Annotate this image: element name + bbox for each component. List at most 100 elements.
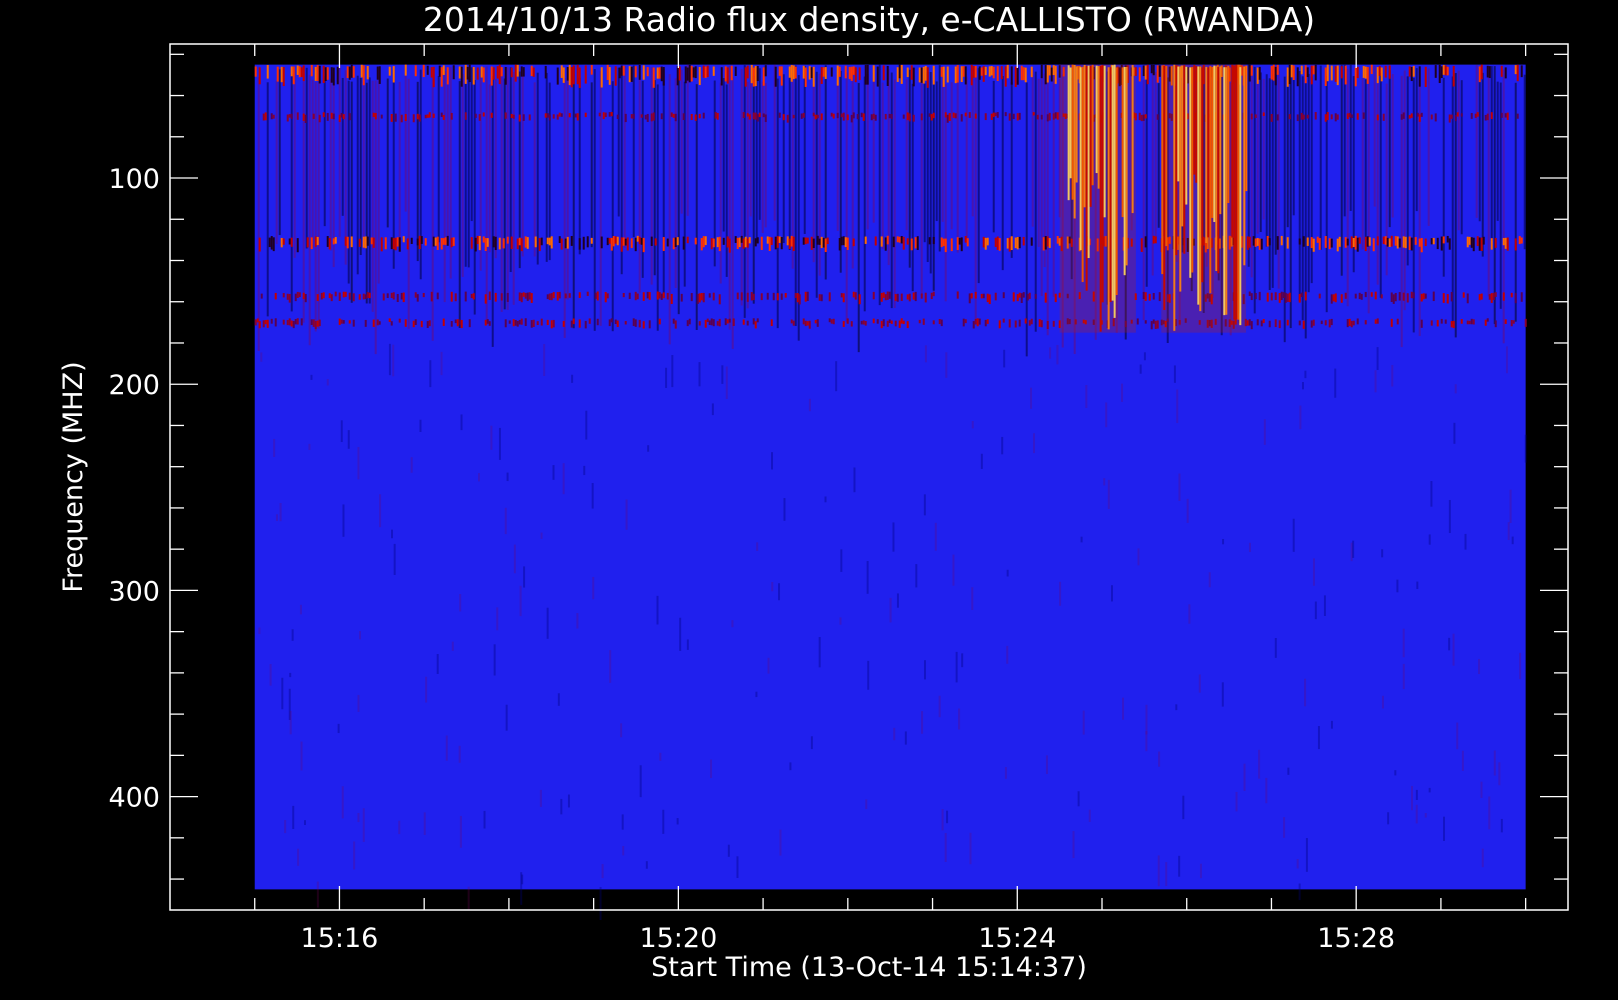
feature-pixel bbox=[392, 66, 395, 83]
feature-pixel bbox=[820, 66, 823, 84]
feature-pixel bbox=[660, 113, 663, 120]
noise-speck bbox=[1505, 346, 1508, 374]
noise-streak bbox=[812, 83, 815, 263]
noise-streak bbox=[893, 79, 896, 308]
feature-pixel bbox=[1364, 236, 1367, 252]
noise-speck bbox=[1299, 405, 1302, 430]
feature-pixel bbox=[1462, 292, 1465, 298]
feature-pixel bbox=[718, 318, 721, 327]
feature-pixel bbox=[1026, 293, 1029, 301]
noise-speck bbox=[835, 361, 838, 392]
feature-pixel bbox=[1030, 66, 1033, 78]
noise-speck bbox=[958, 708, 961, 730]
feature-pixel bbox=[1452, 320, 1455, 329]
feature-pixel bbox=[714, 112, 717, 119]
noise-streak bbox=[965, 76, 968, 240]
noise-streak bbox=[740, 69, 743, 306]
feature-pixel bbox=[830, 319, 833, 324]
feature-pixel bbox=[310, 64, 313, 77]
feature-pixel bbox=[606, 293, 609, 299]
noise-speck bbox=[552, 465, 555, 480]
feature-pixel bbox=[1144, 236, 1147, 248]
feature-pixel bbox=[972, 321, 975, 329]
feature-pixel bbox=[608, 319, 611, 327]
feature-pixel bbox=[842, 236, 845, 246]
noise-speck bbox=[1173, 365, 1176, 383]
noise-speck bbox=[1221, 682, 1224, 707]
feature-pixel bbox=[298, 66, 301, 78]
feature-pixel bbox=[756, 114, 759, 122]
feature-pixel bbox=[1400, 114, 1403, 120]
feature-pixel bbox=[1486, 318, 1489, 322]
feature-pixel bbox=[1402, 292, 1405, 301]
noise-speck bbox=[924, 345, 927, 363]
feature-pixel bbox=[420, 236, 423, 244]
feature-pixel bbox=[1044, 292, 1047, 303]
noise-streak bbox=[275, 80, 278, 244]
noise-speck bbox=[1488, 796, 1491, 830]
feature-pixel bbox=[1340, 66, 1343, 79]
feature-pixel bbox=[864, 236, 867, 244]
feature-pixel bbox=[484, 294, 487, 304]
feature-pixel bbox=[414, 65, 417, 77]
feature-pixel bbox=[290, 320, 293, 327]
feature-pixel bbox=[1004, 66, 1007, 87]
feature-pixel bbox=[824, 67, 827, 79]
feature-pixel bbox=[1358, 292, 1361, 300]
feature-pixel bbox=[590, 237, 593, 244]
noise-streak bbox=[1145, 70, 1148, 287]
feature-pixel bbox=[824, 238, 827, 253]
feature-pixel bbox=[470, 293, 473, 299]
chart-title: 2014/10/13 Radio flux density, e-CALLIST… bbox=[423, 0, 1315, 39]
feature-pixel bbox=[1046, 65, 1049, 83]
feature-pixel bbox=[1020, 65, 1023, 81]
feature-pixel bbox=[1434, 113, 1437, 122]
feature-pixel bbox=[1466, 320, 1469, 325]
feature-pixel bbox=[1270, 113, 1273, 122]
feature-pixel bbox=[578, 292, 581, 298]
noise-speck bbox=[591, 482, 594, 509]
feature-pixel bbox=[930, 292, 933, 300]
feature-pixel bbox=[960, 66, 963, 83]
feature-pixel bbox=[694, 237, 697, 245]
feature-pixel bbox=[450, 112, 453, 120]
feature-pixel bbox=[680, 293, 683, 302]
feature-pixel bbox=[504, 66, 507, 85]
feature-pixel bbox=[1430, 238, 1433, 245]
feature-pixel bbox=[1356, 237, 1359, 252]
noise-speck bbox=[1283, 817, 1286, 838]
feature-pixel bbox=[982, 236, 985, 248]
feature-pixel bbox=[792, 65, 795, 80]
feature-pixel bbox=[672, 318, 675, 324]
noise-streak bbox=[1286, 75, 1289, 228]
noise-speck bbox=[521, 874, 524, 885]
noise-speck bbox=[1287, 767, 1290, 775]
feature-pixel bbox=[698, 321, 701, 326]
feature-pixel bbox=[1320, 320, 1323, 325]
noise-speck bbox=[1077, 791, 1080, 807]
feature-pixel bbox=[570, 235, 573, 246]
noise-streak bbox=[749, 67, 752, 217]
feature-pixel bbox=[1504, 67, 1507, 79]
feature-pixel bbox=[1300, 112, 1303, 120]
feature-pixel bbox=[1406, 293, 1409, 303]
feature-pixel bbox=[1040, 114, 1043, 120]
feature-pixel bbox=[840, 113, 843, 118]
feature-pixel bbox=[314, 66, 317, 81]
feature-pixel bbox=[296, 238, 299, 253]
feature-pixel bbox=[506, 236, 509, 244]
noise-speck bbox=[971, 587, 974, 610]
noise-speck bbox=[1208, 572, 1211, 588]
feature-pixel bbox=[762, 113, 765, 118]
noise-streak bbox=[494, 79, 497, 259]
feature-pixel bbox=[494, 292, 497, 302]
feature-pixel bbox=[802, 237, 805, 245]
noise-speck bbox=[1165, 862, 1168, 886]
noise-speck bbox=[460, 414, 463, 431]
feature-pixel bbox=[1476, 236, 1479, 247]
feature-pixel bbox=[864, 65, 867, 85]
noise-streak bbox=[1010, 81, 1013, 258]
noise-speck bbox=[893, 727, 896, 741]
feature-pixel bbox=[758, 112, 761, 118]
feature-pixel bbox=[1158, 65, 1161, 77]
